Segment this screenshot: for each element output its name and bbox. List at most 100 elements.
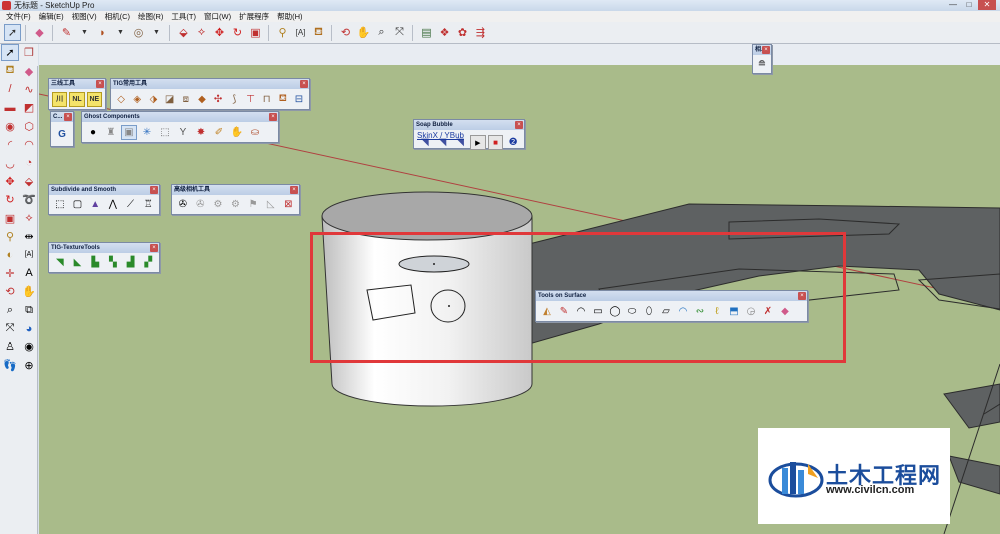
tos-freehand-icon[interactable]: ℓ — [709, 304, 725, 319]
share-model-icon[interactable]: ❖ — [436, 24, 453, 41]
shape-dropdown-icon[interactable]: ▼ — [148, 24, 165, 41]
sanxian-btn-1[interactable]: 川 — [52, 91, 68, 107]
text-tool-icon[interactable]: [A] — [292, 24, 309, 41]
palette-title[interactable]: Ghost Components — [82, 112, 278, 122]
palette-close-icon[interactable]: × — [150, 244, 158, 252]
text-icon[interactable]: [A] — [20, 246, 38, 263]
palette-close-icon[interactable]: × — [269, 113, 277, 121]
tos-contour-icon[interactable]: ⬒ — [726, 304, 742, 319]
tos-paint-icon[interactable]: ◆ — [777, 304, 793, 319]
look-around-icon[interactable]: ◉ — [20, 338, 38, 355]
palette-title[interactable]: Soap Bubble — [414, 120, 524, 130]
skinx-link[interactable]: SkinX / YBub — [417, 131, 464, 140]
tig-stack-icon[interactable]: ◆ — [195, 92, 209, 107]
eraser-tool-icon[interactable]: ◆ — [31, 24, 48, 41]
menu-draw[interactable]: 绘图(R) — [134, 11, 167, 22]
c-tool-icon[interactable]: G — [54, 127, 70, 142]
subd-robot-icon[interactable]: ♖ — [140, 197, 156, 212]
tos-ellipse-icon[interactable]: ⬯ — [641, 304, 657, 319]
tig-extrude-icon[interactable]: ✣ — [211, 92, 225, 107]
soap-help-icon[interactable]: ❷ — [505, 135, 521, 150]
line-icon[interactable]: / — [1, 81, 19, 98]
line-tool-icon[interactable]: ✎ — [58, 24, 75, 41]
maximize-button[interactable]: □ — [962, 0, 976, 10]
ghost-hand-icon[interactable]: ✋ — [229, 125, 245, 140]
pan-tool-icon[interactable]: ✋ — [355, 24, 372, 41]
tos-circle-icon[interactable]: ◯ — [607, 304, 623, 319]
sanxian-btn-3[interactable]: NE — [86, 91, 102, 107]
layout-send-icon[interactable]: ⇶ — [472, 24, 489, 41]
two-point-arc-icon[interactable]: ◠ — [20, 136, 38, 153]
subd-crease-icon[interactable]: ⋀ — [105, 197, 121, 212]
push-pull-left-icon[interactable]: ⬙ — [20, 173, 38, 190]
palette-close-icon[interactable]: × — [150, 186, 158, 194]
palette-title[interactable]: TIG常用工具 — [111, 79, 309, 89]
palette-title[interactable]: TIG-TextureTools — [49, 243, 159, 253]
palette-close-icon[interactable]: × — [96, 80, 104, 88]
tig-split-icon[interactable]: ⊓ — [260, 92, 274, 107]
menu-help[interactable]: 帮助(H) — [273, 11, 306, 22]
texture-6-icon[interactable]: ▞ — [140, 255, 156, 270]
paint-bucket-icon[interactable]: ⛾ — [310, 24, 327, 41]
extension-warehouse-icon[interactable]: ✿ — [454, 24, 471, 41]
close-button[interactable]: ✕ — [978, 0, 996, 10]
tos-arc-icon[interactable]: ◠ — [675, 304, 691, 319]
paint-icon[interactable]: ⛾ — [1, 62, 19, 79]
tos-parallelogram-icon[interactable]: ▱ — [658, 304, 674, 319]
orbit-icon[interactable]: ⟲ — [1, 283, 19, 300]
palette-close-icon[interactable]: × — [762, 46, 770, 54]
rotated-rectangle-icon[interactable]: ◩ — [20, 99, 38, 116]
three-point-arc-icon[interactable]: ◡ — [1, 154, 19, 171]
camera-flag-icon[interactable]: ⚑ — [245, 197, 261, 212]
move-icon[interactable]: ✥ — [1, 173, 19, 190]
tig-cap-icon[interactable]: ⊤ — [243, 92, 257, 107]
zoom-tool-icon[interactable]: ⌕ — [373, 24, 390, 41]
section-plane-icon[interactable]: ⊕ — [20, 357, 38, 374]
dimension-icon[interactable]: ⇹ — [20, 228, 38, 245]
camera-film-icon[interactable]: ✇ — [175, 197, 191, 212]
tos-surface-icon[interactable]: ◭ — [539, 304, 555, 319]
subd-smooth-cube-icon[interactable]: ▢ — [70, 197, 86, 212]
tig-stair-icon[interactable]: ◇ — [114, 92, 128, 107]
sanxian-btn-2[interactable]: NL — [69, 91, 85, 107]
ghost-brush-icon[interactable]: ✐ — [211, 125, 227, 140]
pie-icon[interactable]: ◔ — [20, 154, 38, 171]
palette-title[interactable]: Subdivide and Smooth — [49, 185, 159, 195]
zoom-extents-icon[interactable]: ⤧ — [391, 24, 408, 41]
shape-tool-icon[interactable]: ◎ — [130, 24, 147, 41]
3d-text-icon[interactable]: A — [20, 265, 38, 282]
tos-polyline-icon[interactable]: ∾ — [692, 304, 708, 319]
scale-tool-icon[interactable]: ▣ — [247, 24, 264, 41]
tig-paint-icon[interactable]: ⛾ — [276, 92, 290, 107]
tig-bed-icon[interactable]: ⊟ — [292, 92, 306, 107]
follow-me-icon[interactable]: ➰ — [20, 191, 38, 208]
zoom-window-icon[interactable]: ⧉ — [20, 301, 38, 318]
ghost-explode-icon[interactable]: ✸ — [193, 125, 209, 140]
tig-plate-icon[interactable]: ⬗ — [146, 92, 160, 107]
texture-1-icon[interactable]: ◥ — [52, 255, 68, 270]
offset-left-icon[interactable]: ⟡ — [20, 210, 38, 227]
axes-icon[interactable]: ✛ — [1, 265, 19, 282]
menu-edit[interactable]: 编辑(E) — [35, 11, 68, 22]
tos-polygon-icon[interactable]: ⬭ — [624, 304, 640, 319]
offset-icon[interactable]: ⟡ — [193, 24, 210, 41]
tape-icon[interactable]: ⚲ — [1, 228, 19, 245]
camera-reel-icon[interactable]: ✇ — [193, 197, 209, 212]
ghost-bag-icon[interactable]: ⛀ — [247, 125, 263, 140]
texture-2-icon[interactable]: ◣ — [70, 255, 86, 270]
rotate-icon[interactable]: ↻ — [1, 191, 19, 208]
camera-reel3-icon[interactable]: ⚙ — [228, 197, 244, 212]
make-component-icon[interactable]: ❒ — [20, 44, 38, 61]
camera-reel2-icon[interactable]: ⚙ — [210, 197, 226, 212]
select-icon[interactable]: ➚ — [1, 44, 19, 62]
menu-window[interactable]: 窗口(W) — [200, 11, 235, 22]
menu-view[interactable]: 视图(V) — [68, 11, 101, 22]
push-pull-icon[interactable]: ⬙ — [175, 24, 192, 41]
ghost-box-icon[interactable]: ⬚ — [157, 125, 173, 140]
tig-layer-icon[interactable]: ⧈ — [179, 92, 193, 107]
texture-5-icon[interactable]: ▟ — [123, 255, 139, 270]
texture-4-icon[interactable]: ▚ — [105, 255, 121, 270]
scale-icon[interactable]: ▣ — [1, 210, 19, 227]
pan-icon[interactable]: ✋ — [20, 283, 38, 300]
line-dropdown-icon[interactable]: ▼ — [76, 24, 93, 41]
